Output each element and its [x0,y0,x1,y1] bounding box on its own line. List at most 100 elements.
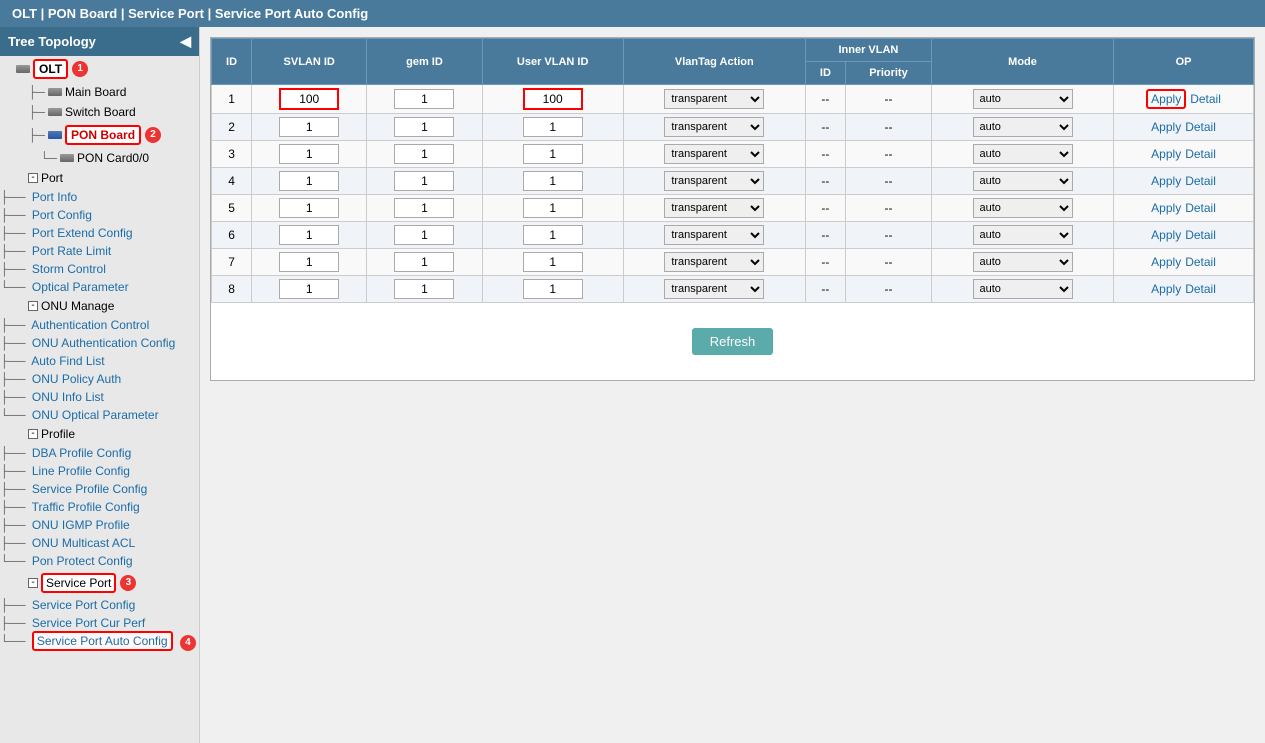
input-uservlan-7[interactable] [523,279,583,299]
port-toggle[interactable]: - [28,173,38,183]
nav-traffic-profile[interactable]: ├── Traffic Profile Config [0,498,199,516]
detail-btn-6[interactable]: Detail [1185,255,1216,269]
input-svlan-2[interactable] [279,144,339,164]
input-svlan-0[interactable] [279,88,339,110]
input-gem-7[interactable] [394,279,454,299]
nav-storm-control[interactable]: ├── Storm Control [0,260,199,278]
detail-btn-3[interactable]: Detail [1185,174,1216,188]
nav-onu-policy[interactable]: ├── ONU Policy Auth [0,370,199,388]
input-uservlan-0[interactable] [523,88,583,110]
nav-pon-protect[interactable]: └── Pon Protect Config [0,552,199,570]
auth-control-link[interactable]: Authentication Control [31,316,149,334]
detail-btn-2[interactable]: Detail [1185,147,1216,161]
input-svlan-6[interactable] [279,252,339,272]
apply-btn-6[interactable]: Apply [1151,255,1181,269]
input-gem-0[interactable] [394,89,454,109]
nav-service-port-config[interactable]: ├── Service Port Config [0,596,199,614]
input-uservlan-1[interactable] [523,117,583,137]
optical-param-link[interactable]: Optical Parameter [32,278,129,296]
nav-optical-param[interactable]: └── Optical Parameter [0,278,199,296]
detail-btn-0[interactable]: Detail [1190,92,1221,106]
select-mode-3[interactable]: automanual [973,171,1073,191]
input-uservlan-5[interactable] [523,225,583,245]
olt-label[interactable]: OLT [33,59,68,79]
onu-manage-toggle[interactable]: - [28,301,38,311]
select-mode-6[interactable]: automanual [973,252,1073,272]
input-gem-6[interactable] [394,252,454,272]
nav-service-port-auto[interactable]: └── Service Port Auto Config 4 [0,632,199,653]
nav-onu-auth-config[interactable]: ├── ONU Authentication Config [0,334,199,352]
select-mode-0[interactable]: automanual [973,89,1073,109]
input-gem-5[interactable] [394,225,454,245]
detail-btn-1[interactable]: Detail [1185,120,1216,134]
port-info-link[interactable]: Port Info [32,188,77,206]
nav-service-port-cur[interactable]: ├── Service Port Cur Perf [0,614,199,632]
sidebar-collapse-btn[interactable]: ◀ [180,33,191,50]
input-gem-4[interactable] [394,198,454,218]
nav-line-profile[interactable]: ├── Line Profile Config [0,462,199,480]
input-svlan-3[interactable] [279,171,339,191]
input-svlan-7[interactable] [279,279,339,299]
select-vlantag-4[interactable]: transparenttaguntag [664,198,764,218]
apply-btn-3[interactable]: Apply [1151,174,1181,188]
nav-port-config[interactable]: ├── Port Config [0,206,199,224]
storm-control-link[interactable]: Storm Control [32,260,106,278]
select-vlantag-6[interactable]: transparenttaguntag [664,252,764,272]
port-config-link[interactable]: Port Config [32,206,92,224]
tree-item-pon-board[interactable]: ├─ PON Board 2 [0,122,199,148]
tree-section-profile[interactable]: - Profile [0,424,199,444]
select-vlantag-7[interactable]: transparenttaguntag [664,279,764,299]
apply-btn-2[interactable]: Apply [1151,147,1181,161]
nav-auth-control[interactable]: ├── Authentication Control [0,316,199,334]
service-port-config-link[interactable]: Service Port Config [32,596,135,614]
onu-info-link[interactable]: ONU Info List [32,388,104,406]
select-mode-2[interactable]: automanual [973,144,1073,164]
select-vlantag-5[interactable]: transparenttaguntag [664,225,764,245]
tree-item-switch-board[interactable]: ├─ Switch Board [0,102,199,122]
select-mode-1[interactable]: automanual [973,117,1073,137]
select-mode-5[interactable]: automanual [973,225,1073,245]
input-gem-2[interactable] [394,144,454,164]
apply-btn-1[interactable]: Apply [1151,120,1181,134]
input-gem-1[interactable] [394,117,454,137]
multicast-acl-link[interactable]: ONU Multicast ACL [32,534,135,552]
select-vlantag-0[interactable]: transparenttaguntag [664,89,764,109]
nav-dba[interactable]: ├── DBA Profile Config [0,444,199,462]
traffic-profile-link[interactable]: Traffic Profile Config [32,498,140,516]
nav-igmp-profile[interactable]: ├── ONU IGMP Profile [0,516,199,534]
onu-optical-link[interactable]: ONU Optical Parameter [32,406,159,424]
input-uservlan-4[interactable] [523,198,583,218]
nav-multicast-acl[interactable]: ├── ONU Multicast ACL [0,534,199,552]
service-port-toggle[interactable]: - [28,578,38,588]
select-mode-7[interactable]: automanual [973,279,1073,299]
profile-toggle[interactable]: - [28,429,38,439]
tree-section-port[interactable]: - Port [0,168,199,188]
tree-section-onu-manage[interactable]: - ONU Manage [0,296,199,316]
input-gem-3[interactable] [394,171,454,191]
apply-btn-4[interactable]: Apply [1151,201,1181,215]
port-rate-link[interactable]: Port Rate Limit [32,242,111,260]
nav-auto-find[interactable]: ├── Auto Find List [0,352,199,370]
input-uservlan-3[interactable] [523,171,583,191]
onu-policy-link[interactable]: ONU Policy Auth [32,370,121,388]
detail-btn-4[interactable]: Detail [1185,201,1216,215]
detail-btn-7[interactable]: Detail [1185,282,1216,296]
select-vlantag-1[interactable]: transparenttaguntag [664,117,764,137]
select-vlantag-2[interactable]: transparenttaguntag [664,144,764,164]
tree-section-service-port[interactable]: - Service Port 3 [0,570,199,596]
nav-onu-info[interactable]: ├── ONU Info List [0,388,199,406]
select-vlantag-3[interactable]: transparenttaguntag [664,171,764,191]
nav-onu-optical[interactable]: └── ONU Optical Parameter [0,406,199,424]
detail-btn-5[interactable]: Detail [1185,228,1216,242]
nav-port-info[interactable]: ├── Port Info [0,188,199,206]
service-port-auto-link[interactable]: Service Port Auto Config [32,631,173,651]
apply-btn-5[interactable]: Apply [1151,228,1181,242]
nav-service-profile[interactable]: ├── Service Profile Config [0,480,199,498]
tree-item-olt[interactable]: OLT 1 [0,56,199,82]
nav-port-extend[interactable]: ├── Port Extend Config [0,224,199,242]
service-profile-link[interactable]: Service Profile Config [32,480,147,498]
line-profile-link[interactable]: Line Profile Config [32,462,130,480]
auto-find-link[interactable]: Auto Find List [31,352,104,370]
input-svlan-4[interactable] [279,198,339,218]
service-port-cur-link[interactable]: Service Port Cur Perf [32,614,145,632]
